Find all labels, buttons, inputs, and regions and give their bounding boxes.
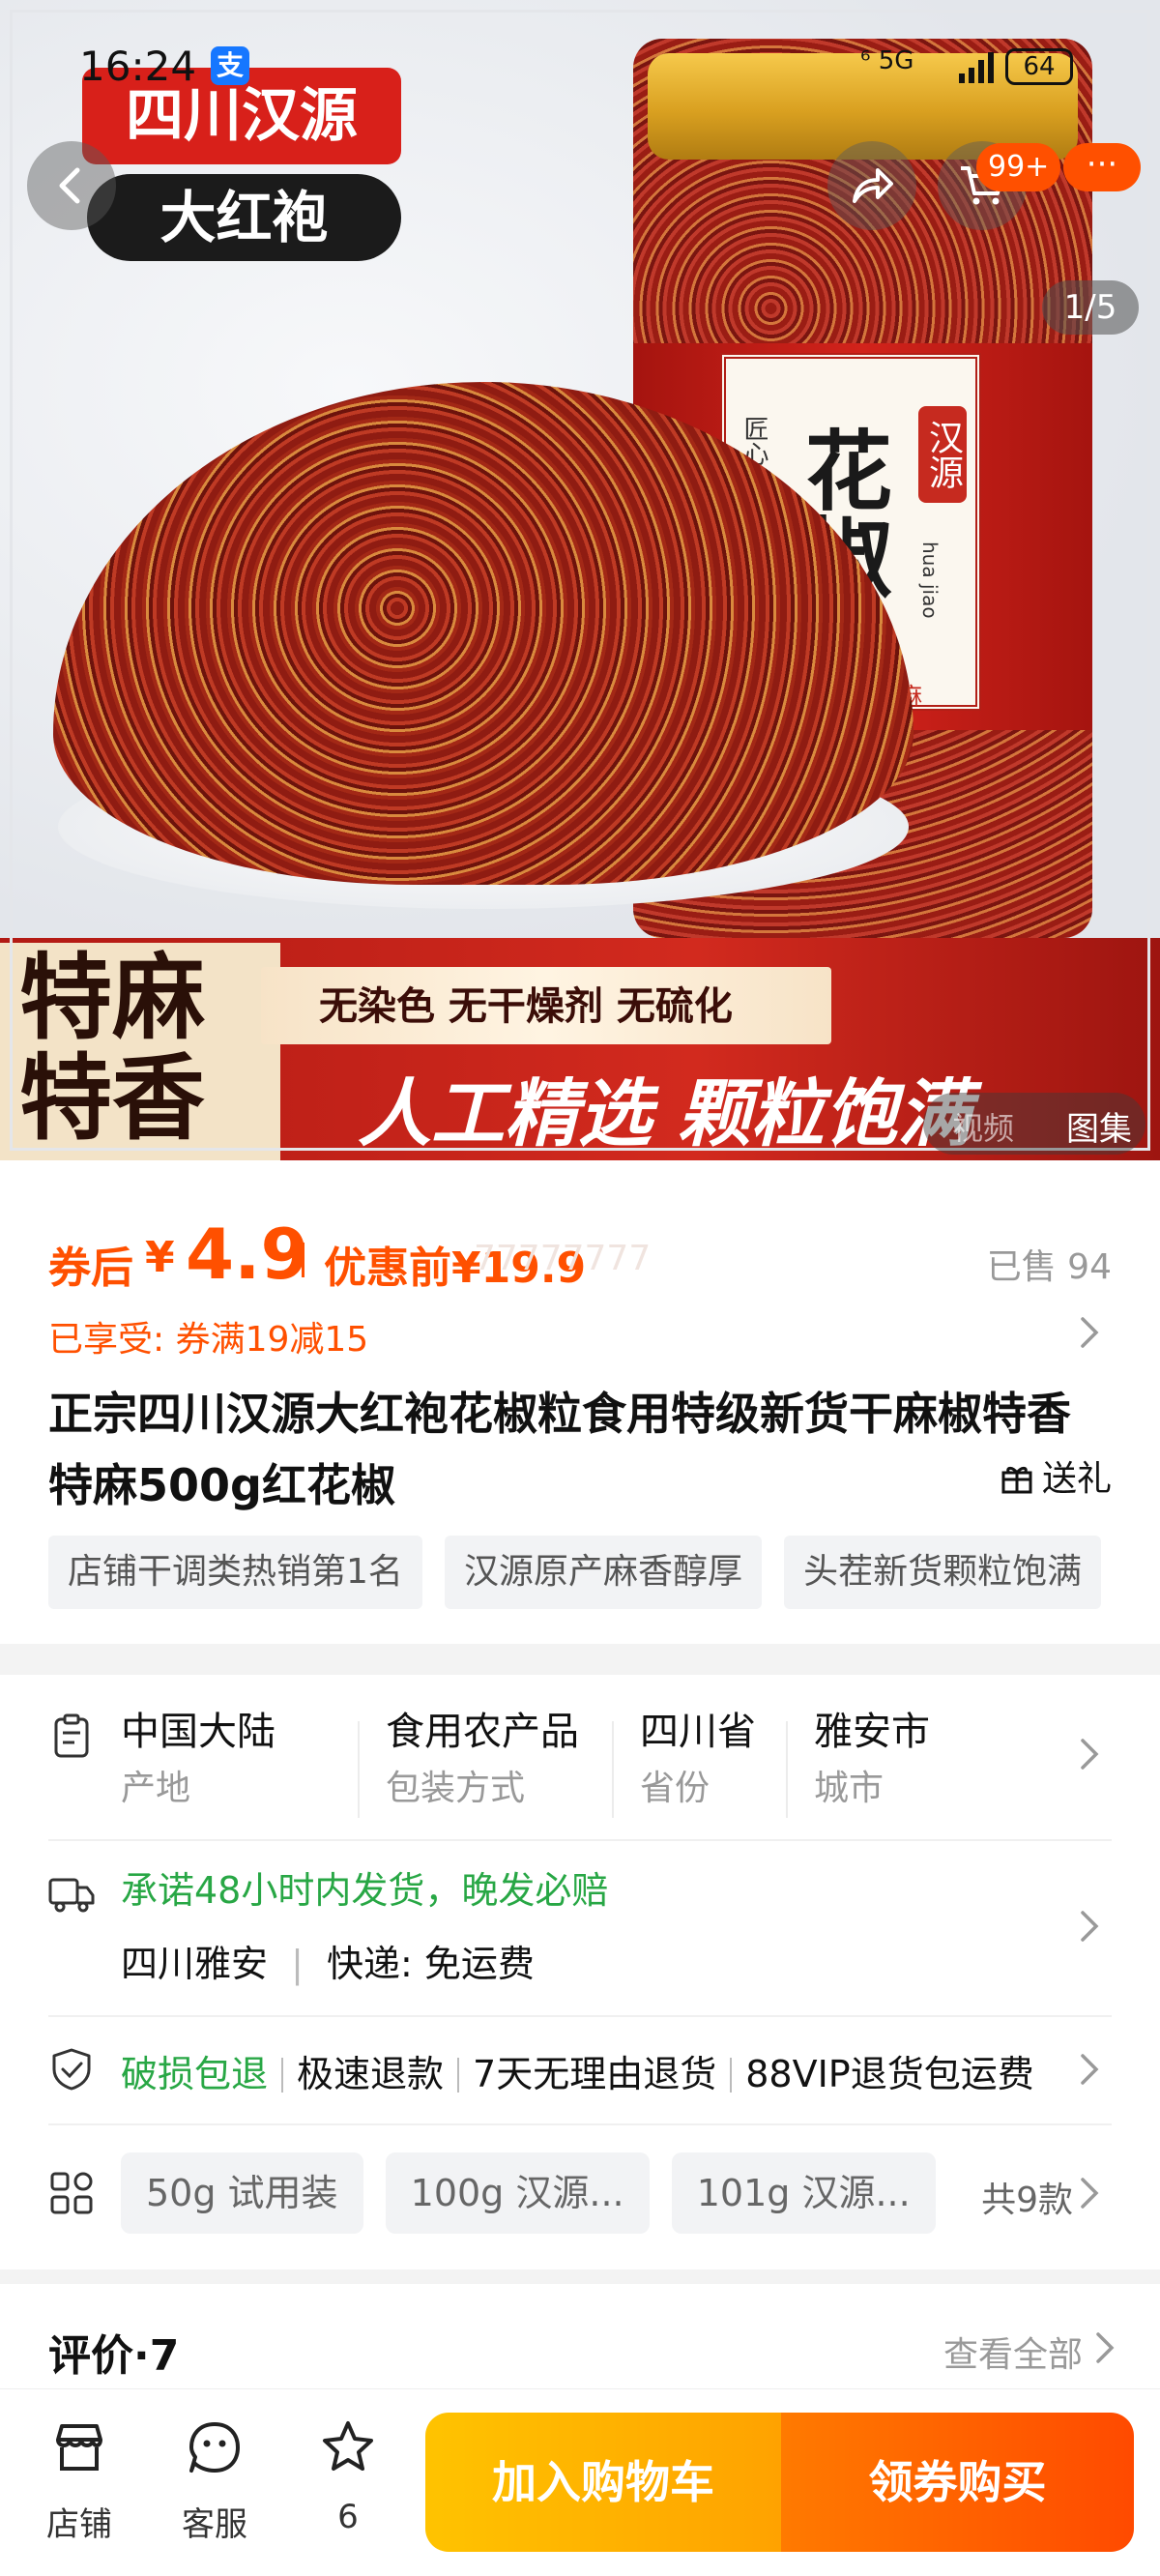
attribute-list: 中国大陆 产地 食用农产品 包装方式 四川省 省份 雅安市 城市 [121, 1704, 1049, 1830]
network-indicator: ⁶ 5G [860, 46, 914, 75]
attribute-packaging: 食用农产品 包装方式 [386, 1704, 579, 1830]
chevron-right-icon [1081, 1317, 1099, 1348]
attribute-province: 四川省 省份 [640, 1704, 756, 1830]
attribute-key: 产地 [121, 1769, 191, 1808]
favorite-count: 6 [337, 2498, 359, 2536]
attribute-value: 雅安市 [814, 1710, 930, 1754]
chevron-right-icon [1081, 2178, 1099, 2209]
see-all-reviews-link[interactable]: 查看全部 [943, 2327, 1083, 2377]
attribute-key: 包装方式 [386, 1769, 526, 1808]
image-counter: 1/5 [1042, 280, 1139, 335]
shipping-row[interactable]: 承诺48小时内发货，晚发必赔 四川雅安 | 快递: 免运费 [48, 1841, 1112, 2015]
variant-list: 50g 试用装 100g 汉源... 101g 汉源... [121, 2152, 991, 2234]
price-after-label: 券后 [48, 1244, 133, 1293]
price-row: 券后 ¥ 4.9 优惠前¥19.9 77777777 已售 94 [48, 1214, 1112, 1295]
chat-face-icon [189, 2422, 240, 2473]
favorite-button[interactable]: 6 [290, 2418, 406, 2544]
guarantee-separator [457, 2058, 460, 2093]
alipay-status-icon: 支 [211, 46, 249, 85]
guarantee-item: 88VIP退货包运费 [745, 2053, 1034, 2095]
share-button[interactable] [827, 141, 916, 230]
attribute-city: 雅安市 城市 [814, 1704, 930, 1830]
sold-count: 已售 94 [986, 1247, 1112, 1287]
guarantee-row[interactable]: 破损包退 极速退款 7天无理由退货 88VIP退货包运费 [48, 2017, 1112, 2123]
share-icon [853, 168, 893, 203]
back-button[interactable] [27, 141, 116, 230]
bottom-action-bar: 店铺 客服 6 加入购物车 领券购买 [0, 2388, 1160, 2576]
variant-option[interactable]: 50g 试用装 [121, 2152, 363, 2234]
variants-row[interactable]: 50g 试用装 100g 汉源... 101g 汉源... 共9款 [48, 2125, 1112, 2261]
product-tag: 头茬新货颗粒饱满 [784, 1536, 1102, 1609]
shipping-promise: 承诺48小时内发货，晚发必赔 [121, 1869, 609, 1912]
price-after-value: 4.9 [186, 1214, 309, 1295]
gift-button[interactable]: 送礼 [1000, 1450, 1112, 1505]
attribute-value: 食用农产品 [386, 1710, 579, 1754]
delivery-truck-icon [48, 1878, 95, 1913]
attribute-divider [358, 1721, 360, 1818]
service-card: 中国大陆 产地 食用农产品 包装方式 四川省 省份 雅安市 城市 承诺48小时内… [0, 1675, 1160, 2269]
shop-button[interactable]: 店铺 [21, 2418, 137, 2544]
attribute-key: 城市 [814, 1769, 884, 1808]
attribute-key: 省份 [640, 1769, 710, 1808]
customer-service-button[interactable]: 客服 [157, 2418, 273, 2544]
product-info-card: 券后 ¥ 4.9 优惠前¥19.9 77777777 已售 94 已享受: 券满… [0, 1160, 1160, 1644]
more-options-button[interactable]: ··· [1063, 143, 1141, 191]
shipping-info: 四川雅安 | 快递: 免运费 [121, 1934, 535, 1987]
attributes-row[interactable]: 中国大陆 产地 食用农产品 包装方式 四川省 省份 雅安市 城市 [48, 1675, 1112, 1839]
chevron-right-icon [1081, 2054, 1099, 2085]
chevron-right-icon [1081, 1911, 1099, 1942]
product-detail-page: 匠心好品质 花椒 汉源 hua jiao 麻 四川汉源 大红袍 特麻特香 无染色… [0, 0, 1160, 2576]
status-indicators: ⁶ 5G 64 [860, 43, 1092, 91]
guarantee-item: 极速退款 [297, 2053, 445, 2095]
guarantee-list: 破损包退 极速退款 7天无理由退货 88VIP退货包运费 [121, 2044, 1049, 2097]
product-tags: 店铺干调类热销第1名 汉源原产麻香醇厚 头茬新货颗粒饱满 [48, 1536, 1112, 1609]
price-divider [302, 1243, 304, 1277]
gift-icon [1001, 1466, 1032, 1494]
guarantee-separator [281, 2058, 284, 2093]
price-currency: ¥ [145, 1233, 175, 1282]
variant-count: 共9款 [981, 2181, 1073, 2220]
service-label: 客服 [182, 2505, 247, 2544]
store-icon [56, 2424, 102, 2471]
clipboard-icon [54, 1713, 89, 1758]
shop-label: 店铺 [46, 2505, 112, 2544]
product-tag: 店铺干调类热销第1名 [48, 1536, 422, 1609]
chevron-right-icon [1096, 2332, 1115, 2363]
attribute-value: 四川省 [640, 1710, 756, 1754]
attribute-divider [612, 1721, 614, 1818]
status-time: 16:24 [79, 43, 197, 90]
product-title: 正宗四川汉源大红袍花椒粒食用特级新货干麻椒特香特麻500g红花椒 [48, 1388, 1071, 1511]
battery-indicator: 64 [1005, 48, 1073, 85]
reviews-title: 评价·7 [48, 2331, 180, 2381]
cart-count-badge: 99+ [976, 143, 1061, 191]
attribute-divider [786, 1721, 788, 1818]
add-to-cart-button[interactable]: 加入购物车 [425, 2413, 781, 2552]
guarantee-separator [730, 2058, 733, 2093]
variant-option[interactable]: 100g 汉源... [385, 2152, 650, 2234]
gift-label: 送礼 [1041, 1459, 1112, 1499]
price-watermark: 77777777 [474, 1239, 652, 1278]
guarantee-item: 破损包退 [121, 2053, 269, 2095]
chevron-right-icon [1081, 1739, 1099, 1770]
variant-option[interactable]: 101g 汉源... [671, 2152, 936, 2234]
shield-check-icon [52, 2048, 91, 2091]
media-switcher[interactable]: 视频 图集 [923, 1093, 1146, 1155]
gallery-tab[interactable]: 图集 [1066, 1102, 1132, 1150]
shipping-separator: | [291, 1943, 304, 1985]
video-tab[interactable]: 视频 [952, 1104, 1014, 1149]
attribute-origin: 中国大陆 产地 [121, 1704, 276, 1830]
reviews-section: 评价·7 查看全部 [0, 2284, 1160, 2390]
promo-text: 已享受: 券满19减15 [48, 1320, 369, 1360]
signal-icon [959, 52, 994, 83]
promo-row[interactable]: 已享受: 券满19减15 [48, 1305, 1112, 1360]
guarantee-item: 7天无理由退货 [473, 2053, 717, 2095]
grid-icon [50, 2172, 93, 2214]
attribute-value: 中国大陆 [121, 1710, 276, 1754]
shipping-courier: 快递: 免运费 [327, 1943, 535, 1985]
chevron-left-icon [59, 167, 80, 204]
buy-with-coupon-button[interactable]: 领券购买 [781, 2413, 1134, 2552]
star-icon [323, 2421, 373, 2471]
shipping-origin: 四川雅安 [121, 1943, 269, 1985]
product-tag: 汉源原产麻香醇厚 [445, 1536, 763, 1609]
